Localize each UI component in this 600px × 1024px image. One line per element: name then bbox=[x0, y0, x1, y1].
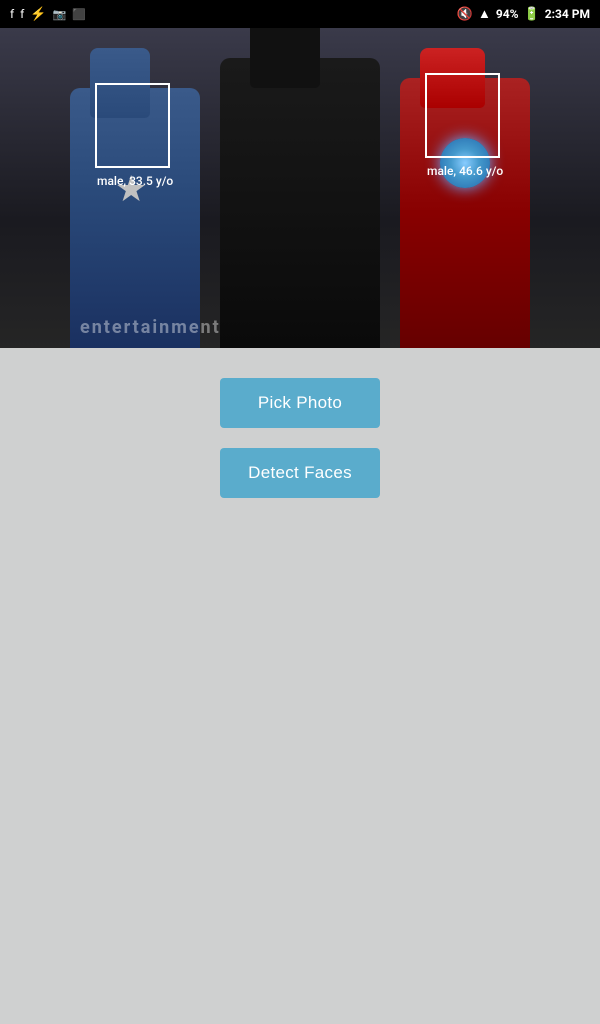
usb-icon: ⚡ bbox=[30, 7, 46, 22]
face-detection-box-left: male, 33.5 y/o bbox=[95, 83, 170, 168]
status-bar-right: 🔇 ▲ 94% 🔋 2:34 PM bbox=[457, 6, 590, 22]
bp-body bbox=[220, 58, 380, 348]
image-container: entertainment male, 33.5 y/o male, 46.6 … bbox=[0, 28, 600, 348]
face-label-right: male, 46.6 y/o bbox=[427, 164, 503, 178]
status-bar: f f ⚡ 📷 ⬛ 🔇 ▲ 94% 🔋 2:34 PM bbox=[0, 0, 600, 28]
pick-photo-button[interactable]: Pick Photo bbox=[220, 378, 380, 428]
face-label-left: male, 33.5 y/o bbox=[97, 174, 173, 188]
screenshot-icon: ⬛ bbox=[72, 8, 86, 21]
camera-icon: 📷 bbox=[53, 8, 67, 21]
fb-icon: f bbox=[10, 7, 14, 21]
watermark: entertainment bbox=[80, 317, 221, 338]
buttons-area: Pick Photo Detect Faces bbox=[0, 348, 600, 498]
face-detection-box-right: male, 46.6 y/o bbox=[425, 73, 500, 158]
time-display: 2:34 PM bbox=[545, 7, 590, 21]
figure-black-panther bbox=[200, 28, 400, 348]
battery-icon: 🔋 bbox=[524, 7, 540, 22]
main-content: entertainment male, 33.5 y/o male, 46.6 … bbox=[0, 28, 600, 1024]
detect-faces-button[interactable]: Detect Faces bbox=[220, 448, 380, 498]
fb-icon2: f bbox=[20, 7, 24, 21]
wifi-icon: ▲ bbox=[478, 6, 491, 22]
mute-icon: 🔇 bbox=[457, 7, 473, 22]
status-bar-left: f f ⚡ 📷 ⬛ bbox=[10, 7, 86, 22]
battery-percent: 94% bbox=[496, 7, 519, 21]
bp-head bbox=[250, 28, 320, 88]
